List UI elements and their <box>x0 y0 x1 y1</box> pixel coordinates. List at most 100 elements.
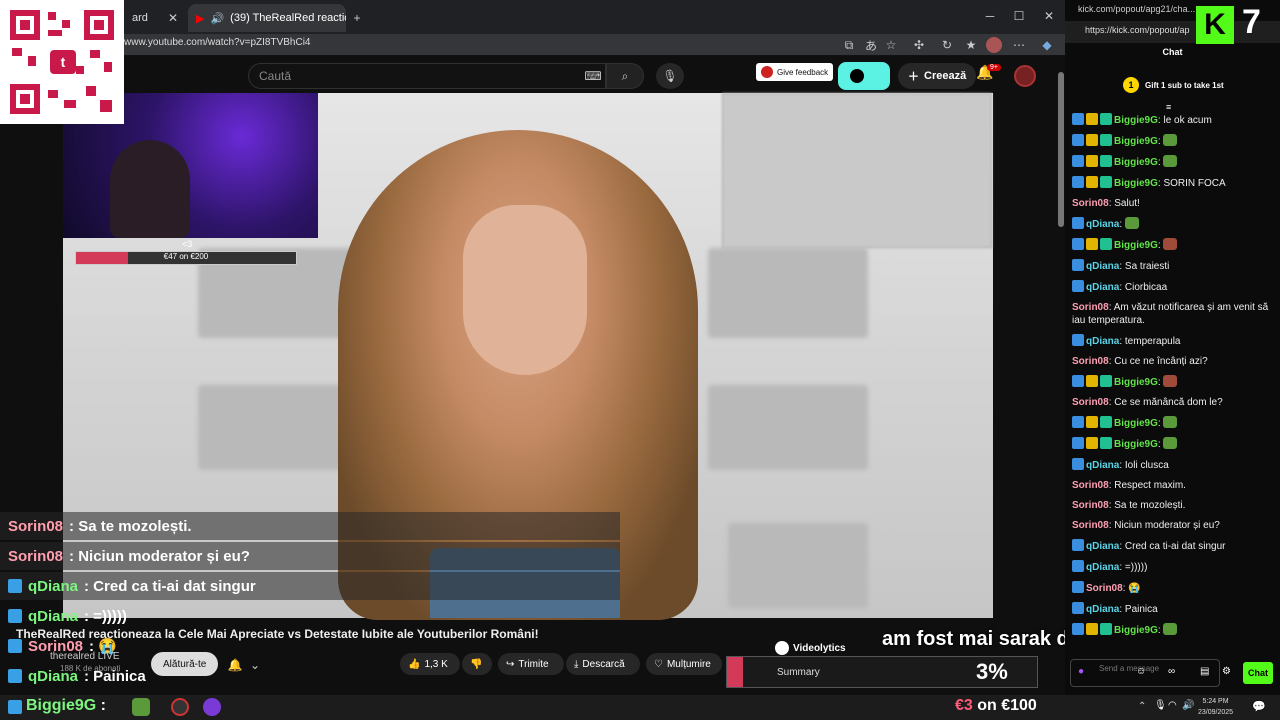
like-button[interactable]: 👍 1,3 K <box>400 653 460 675</box>
settings-gear-icon[interactable]: ⚙ <box>1222 666 1231 677</box>
maximize-icon[interactable]: ☐ <box>1004 2 1034 30</box>
chat-username[interactable]: Biggie9G <box>1114 240 1158 251</box>
user-avatar[interactable] <box>1014 65 1036 87</box>
gift-sub-banner[interactable]: 1 Gift 1 sub to take 1st <box>1065 72 1280 98</box>
chat-message[interactable]: Sorin08: Sa te mozolești. <box>1072 496 1272 516</box>
kick-extension-button[interactable] <box>838 62 890 90</box>
extensions-icon[interactable]: ✣ <box>910 36 928 54</box>
chat-username[interactable]: Biggie9G <box>1114 115 1158 126</box>
page-scrollbar[interactable] <box>1058 72 1064 227</box>
chat-username[interactable]: qDiana <box>1086 282 1119 293</box>
wifi-icon[interactable]: ◠ <box>1168 700 1177 711</box>
chat-message[interactable]: qDiana: Sa traiesti <box>1072 256 1272 277</box>
chat-message[interactable]: Biggie9G: SORIN FOCA <box>1072 173 1272 194</box>
chat-message[interactable]: qDiana: temperapula <box>1072 331 1272 352</box>
chat-message[interactable]: Biggie9G: <box>1072 413 1272 434</box>
chat-username[interactable]: Sorin08 <box>1072 198 1109 209</box>
chat-message[interactable]: qDiana: Ciorbicaa <box>1072 277 1272 298</box>
chat-username[interactable]: Sorin08 <box>1072 302 1109 313</box>
taskbar-clock[interactable]: 5:24 PM 23/09/2025 <box>1198 696 1233 718</box>
chat-message[interactable]: Sorin08: Cu ce ne încânți azi? <box>1072 352 1272 372</box>
chat-message[interactable]: Biggie9G: <box>1072 152 1272 173</box>
app-icon[interactable]: ⧉ <box>840 36 858 54</box>
chat-username[interactable]: qDiana <box>1086 219 1119 230</box>
url-text[interactable]: www.youtube.com/watch?v=pZI8TVBhCi4 <box>124 37 310 48</box>
browser-tab[interactable]: ard ✕ <box>124 4 186 32</box>
notification-center-icon[interactable]: 💬 <box>1252 700 1266 713</box>
taskbar-app-icon[interactable] <box>171 698 189 716</box>
minimize-icon[interactable]: ─ <box>975 2 1005 30</box>
chat-message[interactable]: Sorin08: 😭 <box>1072 578 1272 599</box>
chat-message[interactable]: Sorin08: Respect maxim. <box>1072 476 1272 496</box>
chat-message[interactable]: Sorin08: Ce se mănâncă dom le? <box>1072 393 1272 413</box>
taskbar-app-icon[interactable] <box>203 698 221 716</box>
search-input[interactable]: Caută <box>248 63 606 89</box>
videolytics-header[interactable]: Videolytics <box>775 641 846 655</box>
chat-username[interactable]: qDiana <box>1086 336 1119 347</box>
translate-icon[interactable]: あ <box>862 36 880 54</box>
chat-message[interactable]: Biggie9G: <box>1072 434 1272 455</box>
points-icon[interactable]: ∞ <box>1168 666 1175 677</box>
chat-message[interactable]: Sorin08: Salut! <box>1072 194 1272 214</box>
favorites-icon[interactable]: ★ <box>962 36 980 54</box>
chat-username[interactable]: Sorin08 <box>1072 520 1109 531</box>
chat-username[interactable]: qDiana <box>1086 261 1119 272</box>
tray-chevron-icon[interactable]: ⌃ <box>1138 701 1146 712</box>
chat-username[interactable]: Biggie9G <box>1114 418 1158 429</box>
voice-search-button[interactable]: 🎙 <box>656 63 684 89</box>
chat-message[interactable]: qDiana: =))))) <box>1072 557 1272 578</box>
chat-message[interactable]: Sorin08: Niciun moderator și eu? <box>1072 516 1272 536</box>
chat-username[interactable]: qDiana <box>1086 460 1119 471</box>
download-button[interactable]: ⤓ Descarcă <box>566 653 640 675</box>
chat-username[interactable]: Sorin08 <box>1072 397 1109 408</box>
thanks-button[interactable]: ♡ Mulțumire <box>646 653 722 675</box>
close-tab-icon[interactable]: ✕ <box>168 11 178 25</box>
notification-bell-icon[interactable]: 🔔 <box>226 656 244 674</box>
chat-username[interactable]: Biggie9G <box>1114 439 1158 450</box>
chat-username[interactable]: Sorin08 <box>1072 500 1109 511</box>
close-window-icon[interactable]: ✕ <box>1034 2 1064 30</box>
chat-username[interactable]: Sorin08 <box>1072 480 1109 491</box>
chat-message[interactable]: qDiana: <box>1072 214 1272 235</box>
profile-avatar[interactable] <box>986 37 1002 53</box>
chat-message[interactable]: Biggie9G: le ok acum <box>1072 110 1272 131</box>
new-tab-icon[interactable]: + <box>348 9 366 27</box>
chat-username[interactable]: qDiana <box>1086 562 1119 573</box>
chevron-down-icon[interactable]: ⌄ <box>246 656 264 674</box>
chat-username[interactable]: qDiana <box>1086 541 1119 552</box>
copilot-icon[interactable]: ◆ <box>1038 36 1056 54</box>
chat-username[interactable]: qDiana <box>1086 604 1119 615</box>
more-menu-icon[interactable]: ⋯ <box>1010 36 1028 54</box>
send-chat-button[interactable]: Chat <box>1243 662 1273 684</box>
search-button[interactable]: ⌕ <box>606 63 644 89</box>
chat-message[interactable]: Biggie9G: <box>1072 372 1272 393</box>
emote-picker-icon[interactable]: ☺ <box>1136 666 1146 677</box>
bookmark-star-icon[interactable]: ☆ <box>882 36 900 54</box>
chat-message[interactable]: qDiana: Ioli clusca <box>1072 455 1272 476</box>
chat-username[interactable]: Biggie9G <box>1114 377 1158 388</box>
keyboard-icon[interactable]: ⌨ <box>584 67 602 85</box>
chat-username[interactable]: Biggie9G <box>1114 136 1158 147</box>
chat-username[interactable]: Biggie9G <box>1114 157 1158 168</box>
browser-tab-active[interactable]: ▶ 🔊 (39) TheRealRed reactioneaz ✕ <box>188 4 346 32</box>
mic-tray-icon[interactable]: 🎙 <box>1154 700 1167 711</box>
chat-username[interactable]: Sorin08 <box>1072 356 1109 367</box>
chat-username[interactable]: Biggie9G <box>1114 625 1158 636</box>
chat-message[interactable]: qDiana: Cred ca ti-ai dat singur <box>1072 536 1272 557</box>
store-icon[interactable]: ▤ <box>1200 666 1209 677</box>
chat-username[interactable]: Biggie9G <box>1114 178 1158 189</box>
channel-name[interactable]: therealred LIVE <box>50 651 120 662</box>
join-button[interactable]: Alătură-te <box>151 652 219 676</box>
chat-message[interactable]: Biggie9G: <box>1072 620 1272 641</box>
give-feedback-button[interactable]: Give feedback <box>756 63 834 81</box>
chat-message[interactable]: Sorin08: Am văzut notificarea și am veni… <box>1072 298 1272 331</box>
dislike-button[interactable]: 👎 <box>462 653 492 675</box>
chat-message[interactable]: qDiana: Painica <box>1072 599 1272 620</box>
chat-message[interactable]: Biggie9G: <box>1072 131 1272 152</box>
chat-message[interactable]: Biggie9G: <box>1072 235 1272 256</box>
share-button[interactable]: ↪ Trimite <box>498 653 564 675</box>
create-button[interactable]: ＋ Creează <box>898 63 977 89</box>
chat-username[interactable]: Sorin08 <box>1086 583 1123 594</box>
volume-icon[interactable]: 🔊 <box>1182 700 1194 711</box>
reload-icon[interactable]: ↻ <box>938 36 956 54</box>
